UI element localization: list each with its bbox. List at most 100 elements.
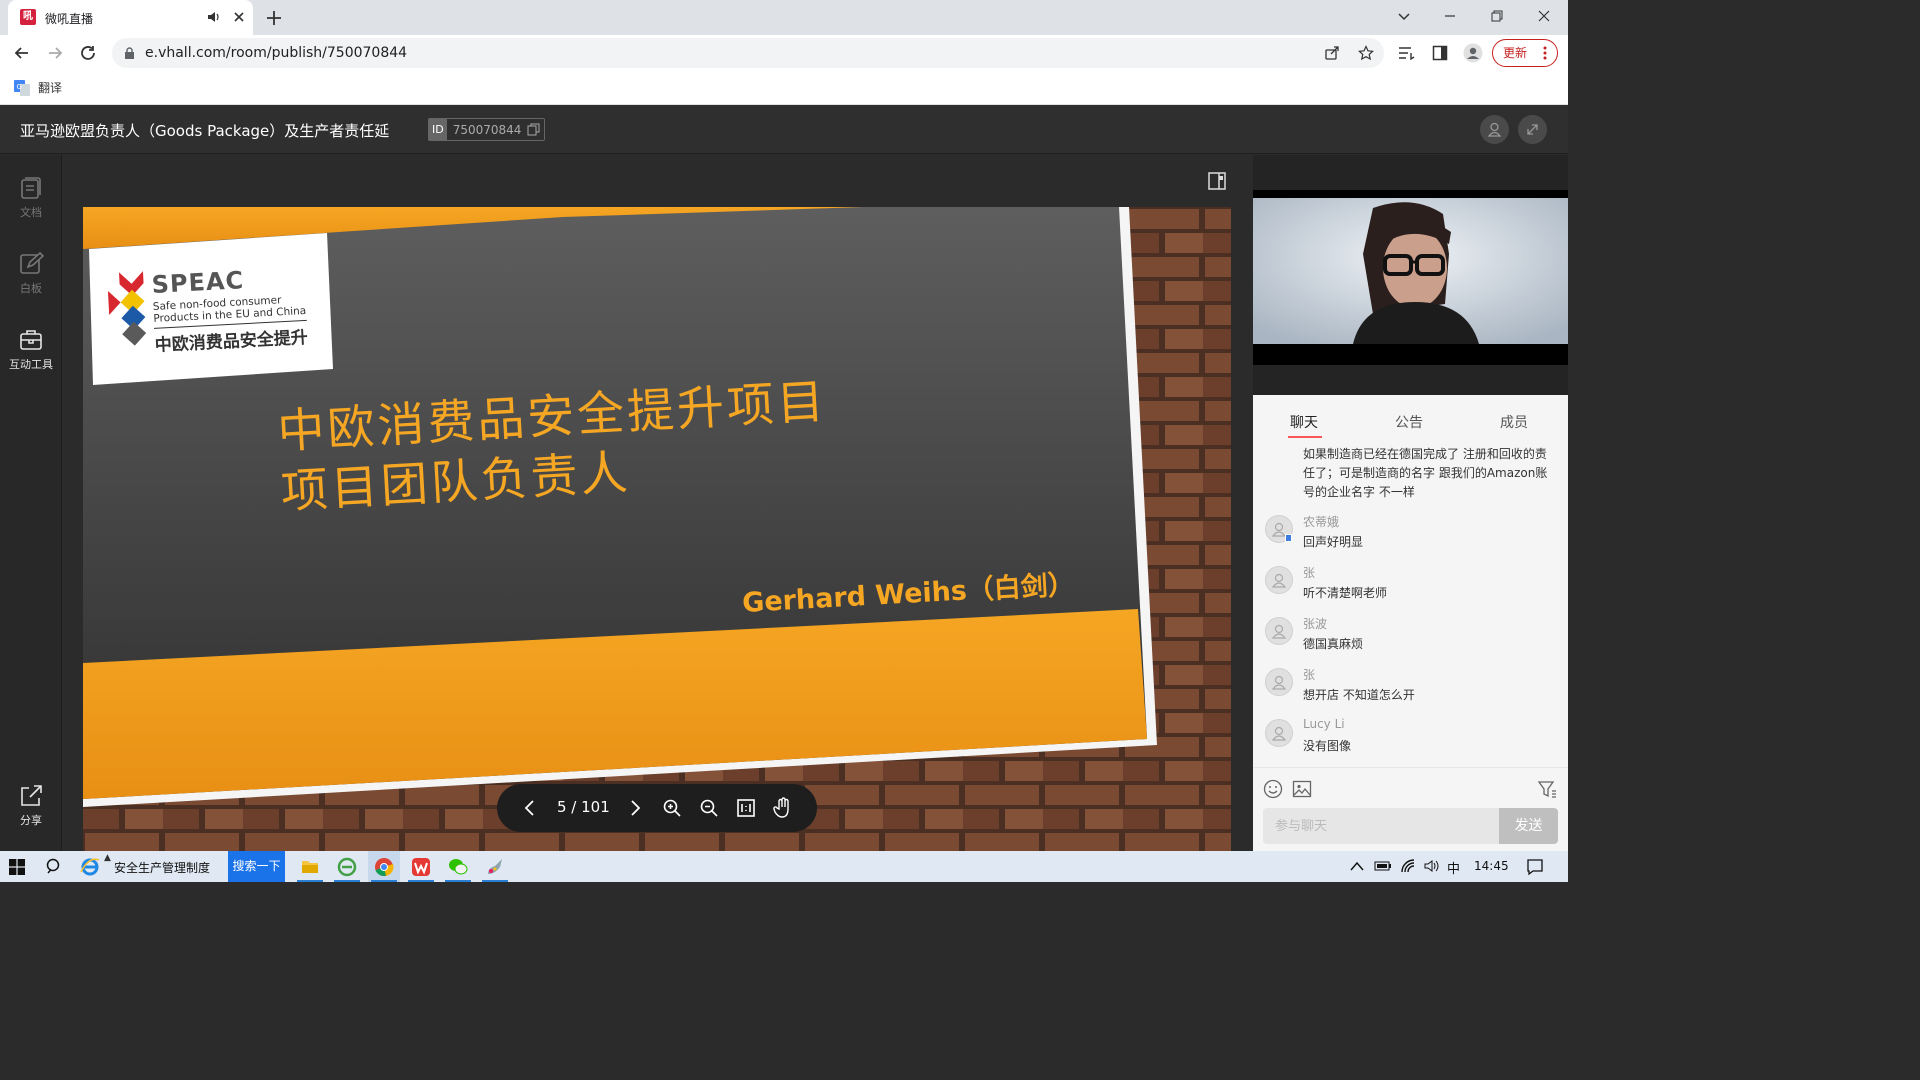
- taskbar-edge-legacy[interactable]: [331, 851, 363, 882]
- emoji-icon[interactable]: [1263, 779, 1283, 799]
- zoom-in-icon[interactable]: [662, 798, 682, 818]
- minimize-icon[interactable]: [1442, 8, 1458, 24]
- chat-compose: 发送: [1253, 767, 1568, 851]
- chat-partial-line-3: 号的企业名字 不一样: [1303, 485, 1415, 499]
- hand-pan-icon[interactable]: [773, 797, 793, 819]
- tab-title: 微吼直播: [45, 12, 94, 26]
- slide-pager: 5 / 101: [497, 784, 817, 832]
- page-indicator: 5 / 101: [557, 798, 610, 816]
- ie-dropdown-icon: ▲: [104, 853, 111, 863]
- share-page-icon[interactable]: [1324, 45, 1340, 61]
- url-text[interactable]: e.vhall.com/room/publish/750070844: [145, 45, 407, 61]
- profile-avatar-icon[interactable]: [1463, 43, 1483, 63]
- bookmark-translate-label: 翻译: [38, 81, 63, 95]
- battery-icon[interactable]: [1374, 860, 1392, 872]
- layout-toggle-icon[interactable]: [1208, 172, 1226, 190]
- taskbar-chrome[interactable]: [368, 851, 400, 882]
- user-icon: [1271, 573, 1287, 588]
- speaker-video: [1253, 190, 1568, 365]
- chat-list[interactable]: 如果制造商已经在德国完成了 注册和回收的责 任了；可是制造商的名字 跟我们的Am…: [1253, 445, 1568, 767]
- running-indicator: [334, 880, 360, 882]
- wps-icon: [411, 857, 431, 877]
- tab-search-chevron-icon[interactable]: [1396, 8, 1412, 24]
- taskbar-file-explorer[interactable]: [294, 851, 326, 882]
- room-header: 亚马逊欧盟负责人（Goods Package）及生产者责任延 ID 750070…: [0, 105, 1568, 154]
- image-upload-icon[interactable]: [1292, 779, 1312, 799]
- back-icon[interactable]: [13, 44, 31, 62]
- update-button[interactable]: 更新: [1492, 39, 1558, 67]
- windows-start-icon[interactable]: [9, 859, 25, 890]
- close-tab-icon[interactable]: [231, 9, 247, 25]
- internet-explorer-icon: [80, 857, 100, 877]
- taskbar-search-button[interactable]: 搜索一下: [228, 851, 285, 882]
- omnibox[interactable]: e.vhall.com/room/publish/750070844: [112, 38, 1384, 68]
- user-avatar-button[interactable]: [1480, 115, 1509, 144]
- prev-page-icon[interactable]: [521, 799, 539, 817]
- room-id-badge: ID 750070844: [428, 118, 546, 141]
- active-tab-indicator: [1288, 436, 1322, 438]
- tool-interactive-label: 互动工具: [9, 358, 53, 371]
- tool-interactive[interactable]: 互动工具: [0, 327, 62, 372]
- reading-list-icon[interactable]: [1398, 45, 1416, 61]
- speaker-video-frame: [1253, 198, 1568, 365]
- volume-icon[interactable]: [1424, 859, 1440, 873]
- close-window-icon[interactable]: [1536, 8, 1552, 24]
- taskbar-ie-app[interactable]: ▲ 安全生产管理制度: [74, 851, 228, 882]
- taskbar-ie-label: 安全生产管理制度: [114, 861, 211, 875]
- bookmark-star-icon[interactable]: [1358, 45, 1374, 61]
- tool-document[interactable]: 文档: [0, 175, 62, 220]
- taskbar-wechat[interactable]: [442, 851, 474, 882]
- user-icon: [1271, 675, 1287, 690]
- user-icon: [1271, 624, 1287, 639]
- fullscreen-button[interactable]: [1518, 115, 1547, 144]
- user-icon: [1271, 726, 1287, 741]
- tray-overflow-icon[interactable]: [1350, 860, 1364, 872]
- browser-tab[interactable]: 吼 微吼直播: [8, 0, 253, 35]
- avatar: [1265, 668, 1293, 696]
- device-badge-icon: [1285, 534, 1292, 542]
- wifi-icon[interactable]: [1400, 858, 1416, 874]
- next-page-icon[interactable]: [626, 799, 644, 817]
- chat-input[interactable]: [1263, 808, 1499, 844]
- new-tab-icon[interactable]: [264, 8, 284, 28]
- lock-icon[interactable]: [124, 47, 135, 60]
- ime-indicator[interactable]: 中: [1447, 858, 1460, 877]
- slide: SPEAC Safe non-food consumer Products in…: [83, 207, 1231, 851]
- bookmark-translate[interactable]: G 翻译: [14, 79, 62, 96]
- address-bar-row: e.vhall.com/room/publish/750070844 更新: [0, 35, 1568, 71]
- restore-icon[interactable]: [1489, 8, 1505, 24]
- tool-document-label: 文档: [20, 206, 42, 219]
- share-tool[interactable]: 分享: [0, 783, 62, 828]
- taskbar-wps[interactable]: [405, 851, 437, 882]
- clock[interactable]: 14:45: [1474, 859, 1509, 873]
- zoom-out-icon[interactable]: [699, 798, 719, 818]
- send-button[interactable]: 发送: [1499, 808, 1558, 844]
- chat-tabs: 聊天 公告 成员: [1253, 395, 1568, 445]
- chat-message-partial: 如果制造商已经在德国完成了 注册和回收的责 任了；可是制造商的名字 跟我们的Am…: [1303, 445, 1558, 502]
- taskbar-paint[interactable]: [479, 851, 511, 882]
- chat-user-name: 农蒂娥: [1303, 515, 1340, 529]
- browser-tab-bar: 吼 微吼直播: [0, 0, 1568, 35]
- filter-icon[interactable]: [1537, 779, 1557, 799]
- browser-e-icon: [337, 857, 357, 877]
- copy-icon[interactable]: [527, 123, 540, 136]
- share-icon: [21, 785, 42, 806]
- reload-icon[interactable]: [79, 44, 97, 62]
- file-explorer-icon: [301, 858, 319, 874]
- chat-partial-line-2: 任了；可是制造商的名字 跟我们的Amazon账: [1303, 466, 1548, 480]
- search-icon[interactable]: [46, 858, 63, 889]
- notifications-icon[interactable]: [1526, 858, 1544, 876]
- speaker-icon[interactable]: [207, 10, 221, 24]
- forward-icon[interactable]: [46, 44, 64, 62]
- tab-members[interactable]: 成员: [1500, 412, 1528, 432]
- tab-notice[interactable]: 公告: [1395, 412, 1423, 432]
- chat-text: 听不清楚啊老师: [1303, 586, 1388, 600]
- room-id-value: 750070844: [452, 122, 522, 137]
- side-panel-icon[interactable]: [1432, 45, 1448, 61]
- chat-text: 德国真麻烦: [1303, 637, 1364, 651]
- windows-taskbar: ▲ 安全生产管理制度 搜索一下 中 14:45: [0, 851, 1568, 882]
- actual-size-icon[interactable]: [736, 798, 756, 818]
- tool-whiteboard[interactable]: 白板: [0, 251, 62, 296]
- tab-chat[interactable]: 聊天: [1290, 412, 1318, 432]
- running-indicator: [445, 880, 471, 882]
